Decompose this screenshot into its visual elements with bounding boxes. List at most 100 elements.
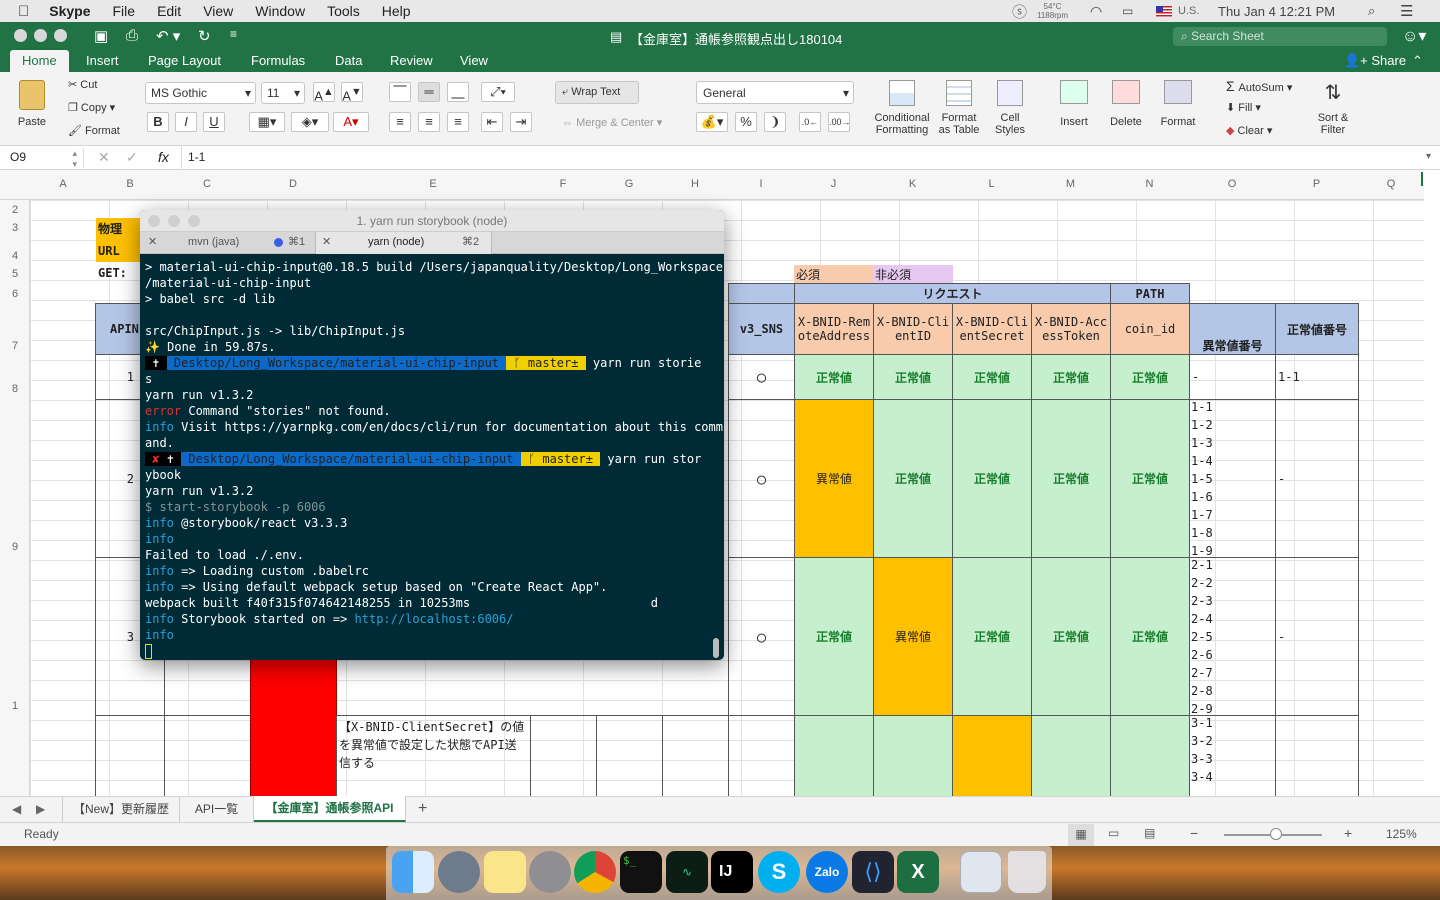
- row-header-4[interactable]: 4: [0, 250, 30, 262]
- zalo-icon[interactable]: Zalo: [806, 851, 848, 893]
- conditional-formatting-button[interactable]: Conditional Formatting: [872, 80, 932, 136]
- iterm-icon[interactable]: $_: [620, 851, 662, 893]
- font-size-select[interactable]: 11 ▾: [261, 82, 305, 104]
- tab-insert[interactable]: Insert: [86, 53, 119, 68]
- input-source[interactable]: U.S.: [1156, 0, 1199, 22]
- col-header-p[interactable]: P: [1275, 170, 1358, 200]
- terminal-output[interactable]: > material-ui-chip-input@0.18.5 build /U…: [140, 254, 724, 659]
- menu-app-name[interactable]: Skype: [49, 3, 90, 19]
- menu-file[interactable]: File: [113, 3, 136, 19]
- sheet-tab-vault-api[interactable]: 【金庫室】通帳参照API: [254, 796, 406, 822]
- system-preferences-icon[interactable]: [529, 851, 571, 893]
- col-header-l[interactable]: L: [952, 170, 1031, 200]
- align-left-icon[interactable]: ≡: [389, 112, 411, 132]
- col-header-b[interactable]: B: [96, 170, 164, 200]
- row-header-6[interactable]: 6: [0, 288, 30, 300]
- excel-icon[interactable]: X: [897, 851, 939, 893]
- zoom-level[interactable]: 125%: [1386, 827, 1417, 841]
- tab-page-layout[interactable]: Page Layout: [148, 53, 221, 68]
- col-header-f[interactable]: F: [530, 170, 596, 200]
- increase-indent-icon[interactable]: ⇥: [510, 112, 532, 132]
- close-icon[interactable]: ✕: [322, 232, 331, 253]
- row-header-3[interactable]: 3: [0, 222, 30, 234]
- documents-stack-icon[interactable]: [960, 851, 1002, 893]
- clear-button[interactable]: ◆ Clear ▾: [1226, 124, 1272, 137]
- row-1-normal-no[interactable]: 1-1: [1275, 354, 1359, 400]
- align-center-icon[interactable]: ≡: [418, 112, 440, 132]
- col-header-o[interactable]: O: [1189, 170, 1275, 200]
- orientation-icon[interactable]: ⤢▾: [481, 82, 515, 102]
- vscode-icon[interactable]: ⟨⟩: [852, 851, 894, 893]
- next-sheet-icon[interactable]: ▶: [36, 802, 45, 816]
- smiley-feedback-icon[interactable]: ☺▾: [1402, 26, 1426, 46]
- row-header-5[interactable]: 5: [0, 268, 30, 280]
- fill-color-button[interactable]: ◈▾: [291, 112, 329, 132]
- col-header-k[interactable]: K: [873, 170, 952, 200]
- terminal-zoom-button[interactable]: [188, 215, 200, 227]
- menu-help[interactable]: Help: [382, 3, 411, 19]
- paste-button[interactable]: Paste: [10, 80, 54, 128]
- customize-toolbar-icon[interactable]: ≡: [230, 27, 237, 41]
- intellij-icon[interactable]: IJ: [711, 851, 753, 893]
- col-header-j[interactable]: J: [794, 170, 873, 200]
- col-header-g[interactable]: G: [596, 170, 662, 200]
- skype-status-icon[interactable]: ⓢ: [1012, 0, 1027, 22]
- notification-center-icon[interactable]: ☰: [1400, 0, 1413, 22]
- percent-format-icon[interactable]: %: [735, 112, 757, 132]
- decrease-decimal-icon[interactable]: .00→: [828, 112, 851, 132]
- col-header-q[interactable]: Q: [1358, 170, 1424, 200]
- menu-tools[interactable]: Tools: [327, 3, 360, 19]
- page-layout-view-icon[interactable]: ▭: [1108, 826, 1119, 840]
- search-sheet-box[interactable]: ⌕ Search Sheet: [1173, 27, 1387, 46]
- apple-icon[interactable]: : [18, 3, 29, 20]
- notes-icon[interactable]: [484, 851, 526, 893]
- sheet-tab-history[interactable]: 【New】更新履歴: [62, 797, 180, 822]
- terminal-window[interactable]: 1. yarn run storybook (node) ✕ mvn (java…: [140, 210, 724, 660]
- expand-formula-icon[interactable]: ▾: [1426, 151, 1431, 162]
- col-header-h[interactable]: H: [662, 170, 728, 200]
- col-header-a[interactable]: A: [30, 170, 96, 200]
- autosum-button[interactable]: Σ AutoSum ▾: [1226, 78, 1292, 94]
- col-header-c[interactable]: C: [164, 170, 250, 200]
- tab-home[interactable]: Home: [10, 50, 69, 72]
- tab-data[interactable]: Data: [335, 53, 362, 68]
- normal-view-icon[interactable]: ▦: [1068, 824, 1094, 846]
- share-button[interactable]: 👤+ Share: [1344, 53, 1406, 69]
- spotlight-icon[interactable]: ⌕: [1368, 0, 1375, 22]
- col-header-e[interactable]: E: [336, 170, 530, 200]
- font-color-button[interactable]: A▾: [333, 112, 369, 132]
- wifi-icon[interactable]: ◠: [1090, 0, 1102, 22]
- terminal-titlebar[interactable]: 1. yarn run storybook (node): [140, 210, 724, 232]
- zoom-out-icon[interactable]: −: [1190, 825, 1198, 841]
- zoom-in-icon[interactable]: +: [1344, 825, 1352, 841]
- delete-cells-button[interactable]: Delete: [1106, 80, 1146, 128]
- merge-center-button[interactable]: ⇔ Merge & Center ▾: [562, 116, 662, 129]
- borders-button[interactable]: ▦▾: [249, 112, 285, 132]
- col-header-d[interactable]: D: [250, 170, 336, 200]
- cut-button[interactable]: ✂ Cut: [68, 78, 97, 91]
- row-header-2[interactable]: 2: [0, 204, 30, 216]
- terminal-tab-yarn[interactable]: ✕ yarn (node) ⌘2: [316, 232, 492, 254]
- font-name-select[interactable]: MS Gothic ▾: [145, 82, 256, 104]
- storybook-url-link[interactable]: http://localhost:6006/: [355, 612, 514, 626]
- chrome-icon[interactable]: [574, 851, 616, 893]
- align-middle-icon[interactable]: ═: [418, 82, 440, 102]
- formula-input[interactable]: 1-1: [188, 150, 205, 164]
- launchpad-icon[interactable]: [438, 851, 480, 893]
- wrap-text-button[interactable]: ⤶ Wrap Text: [555, 81, 639, 104]
- menu-edit[interactable]: Edit: [157, 3, 181, 19]
- menu-view[interactable]: View: [203, 3, 233, 19]
- skype-preview-icon[interactable]: S: [758, 851, 800, 893]
- col-header-n[interactable]: N: [1110, 170, 1189, 200]
- minimize-window-button[interactable]: [34, 29, 47, 42]
- decrease-indent-icon[interactable]: ⇤: [481, 112, 503, 132]
- add-sheet-icon[interactable]: +: [418, 800, 427, 818]
- format-cells-button[interactable]: Format: [1158, 80, 1198, 128]
- function-icon[interactable]: fx: [158, 149, 169, 165]
- format-painter-button[interactable]: 🖌 Format: [68, 124, 120, 137]
- prev-sheet-icon[interactable]: ◀: [12, 802, 21, 816]
- row-header-10[interactable]: 1: [0, 700, 30, 712]
- cell-styles-button[interactable]: Cell Styles: [988, 80, 1032, 136]
- row-header-9[interactable]: 9: [0, 541, 30, 553]
- temp-monitor[interactable]: 54°C 1188rpm: [1037, 0, 1068, 22]
